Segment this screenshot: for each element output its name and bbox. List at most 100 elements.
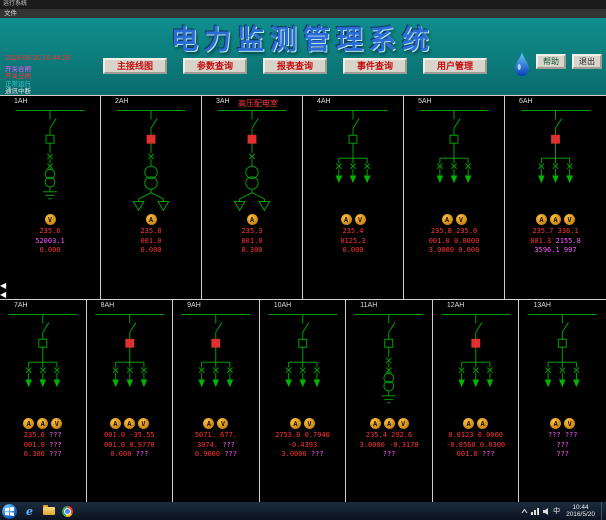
bay-readings: 001.0 0.9770 <box>104 441 155 451</box>
prev-page-arrow-icon[interactable]: ◀ <box>0 282 6 290</box>
ammeter-icon: A <box>203 418 214 429</box>
voltmeter-icon: V <box>456 214 467 225</box>
bay-label: 13AH <box>519 300 551 311</box>
bay-4AH: 4AHAV235.40125.30.000 <box>303 96 404 299</box>
ie-browser-icon[interactable]: e <box>21 504 38 519</box>
bay-readings: 0.000 <box>342 246 363 256</box>
reading-value: ??? <box>49 431 62 439</box>
start-button[interactable] <box>2 504 17 519</box>
exit-button[interactable]: 退出 <box>572 54 602 69</box>
reading-value: 001.3 <box>530 237 551 245</box>
nav-event-query-button[interactable]: 事件查询 <box>343 58 407 74</box>
bay-readings: 235.8 235.0 <box>431 227 477 237</box>
nav-report-query-button[interactable]: 报表查询 <box>263 58 327 74</box>
reading-value: 0.000 <box>342 246 363 254</box>
bay-readings: 2753.0 0.7940 <box>275 431 330 441</box>
bay-label: 7AH <box>0 300 28 311</box>
bay-label: 3AH <box>202 96 230 107</box>
reading-value: 3596.1 <box>534 246 559 254</box>
reading-value: 52003.1 <box>35 237 65 245</box>
ammeter-icon: A <box>146 214 157 225</box>
single-line-diagram <box>433 311 519 417</box>
file-explorer-icon[interactable] <box>40 504 57 519</box>
reading-value: 2753.0 <box>275 431 300 439</box>
nav-user-mgmt-button[interactable]: 用户管理 <box>423 58 487 74</box>
ammeter-icon: A <box>463 418 474 429</box>
reading-value: -0.8560 <box>446 441 476 449</box>
room-label: 高压配电室 <box>238 98 278 109</box>
reading-value: 001.0 <box>457 450 478 458</box>
reading-value: ??? <box>49 450 62 458</box>
input-language-indicator[interactable]: 中 <box>553 506 560 516</box>
bay-readings: 235.7 336.1 <box>532 227 578 237</box>
reading-value: -35.55 <box>129 431 154 439</box>
header-right-cluster: 帮助 退出 <box>514 54 602 78</box>
help-button[interactable]: 帮助 <box>536 54 566 69</box>
show-desktop-button[interactable] <box>601 502 606 520</box>
bay-label: 8AH <box>87 300 115 311</box>
meter-row: AV <box>203 418 228 431</box>
reading-value: 235.6 <box>24 431 45 439</box>
single-line-diagram <box>303 107 403 213</box>
single-line-diagram <box>505 107 606 213</box>
reading-value: ??? <box>224 450 237 458</box>
bay-label: 12AH <box>433 300 465 311</box>
bay-11AH: 11AHAAV235.4 292.63.0000 -0.3170??? <box>346 300 433 502</box>
meter-row: AV <box>290 418 315 431</box>
bay-readings: 235.4 292.6 <box>366 431 412 441</box>
next-page-arrow-icon[interactable]: ◀ <box>0 291 6 299</box>
clock-time: 10:44 <box>566 504 595 512</box>
bay-6AH: 6AHAAV235.7 336.1001.3 2155.83596.1 997 <box>505 96 606 299</box>
voltmeter-icon: V <box>398 418 409 429</box>
bay-7AH: 7AHAAV235.6 ???001.0 ???0.300 ??? <box>0 300 87 502</box>
legend-item-normal: 正常运行 <box>5 81 31 88</box>
reading-value: ??? <box>548 431 561 439</box>
bay-readings: -0.8560 0.0300 <box>446 441 505 451</box>
reading-value: 0.7940 <box>305 431 330 439</box>
bay-readings: 52003.1 <box>35 237 65 247</box>
reading-value: 235.8 <box>431 227 452 235</box>
reading-value: 3.0000 <box>429 246 454 254</box>
bay-readings: 235.3 <box>241 227 262 237</box>
reading-value: 235.7 <box>532 227 553 235</box>
taskbar-clock[interactable]: 10:44 2016/5/20 <box>566 504 595 519</box>
bay-5AH: 5AHAV235.8 235.0001.0 0.00003.0000 0.000 <box>404 96 505 299</box>
volume-icon[interactable] <box>543 508 550 515</box>
bay-readings: 3.0000 -0.3170 <box>360 441 419 451</box>
nav-main-diagram-button[interactable]: 主接线图 <box>103 58 167 74</box>
meter-row: AAV <box>370 418 409 431</box>
bay-10AH: 10AHAV2753.0 0.7940-0.43933.0000 ??? <box>260 300 347 502</box>
reading-value: 0.000 <box>458 246 479 254</box>
bay-readings: 0.000 <box>39 246 60 256</box>
ammeter-icon: A <box>384 418 395 429</box>
ammeter-icon: A <box>477 418 488 429</box>
bay-label: 4AH <box>303 96 331 107</box>
chrome-browser-icon[interactable] <box>59 504 76 519</box>
menu-bar: 文件 <box>0 9 606 18</box>
bay-readings: 3596.1 997 <box>534 246 576 256</box>
bay-readings: 3.0000 0.000 <box>429 246 480 256</box>
reading-value: 235.4 <box>342 227 363 235</box>
bay-readings: 0.300 <box>241 246 262 256</box>
bay-readings: 3074. ??? <box>197 441 235 451</box>
network-icon[interactable] <box>531 507 540 515</box>
single-line-diagram <box>101 107 201 213</box>
nav-param-query-button[interactable]: 参数查询 <box>183 58 247 74</box>
reading-value: 3.0000 <box>360 441 385 449</box>
bay-readings: ??? <box>556 441 569 451</box>
reading-value: 235.3 <box>241 227 262 235</box>
bay-3AH: 3AHA235.3001.00.300 <box>202 96 303 299</box>
window-title: 运行系统 <box>3 1 27 7</box>
bay-readings: 001.0 <box>140 237 161 247</box>
reading-value: 0.300 <box>24 450 45 458</box>
bay-2AH: 2AHA235.8001.00.000 <box>101 96 202 299</box>
bay-label: 5AH <box>404 96 432 107</box>
tray-chevron-up-icon[interactable] <box>521 508 528 514</box>
bay-readings: ??? <box>556 450 569 460</box>
menu-item-file[interactable]: 文件 <box>4 10 17 17</box>
bay-readings: 3.0000 ??? <box>281 450 323 460</box>
reading-value: 001.0 <box>24 441 45 449</box>
reading-value: 2155.8 <box>556 237 581 245</box>
reading-value: 235.8 <box>140 227 161 235</box>
meter-row: AA <box>463 418 488 431</box>
